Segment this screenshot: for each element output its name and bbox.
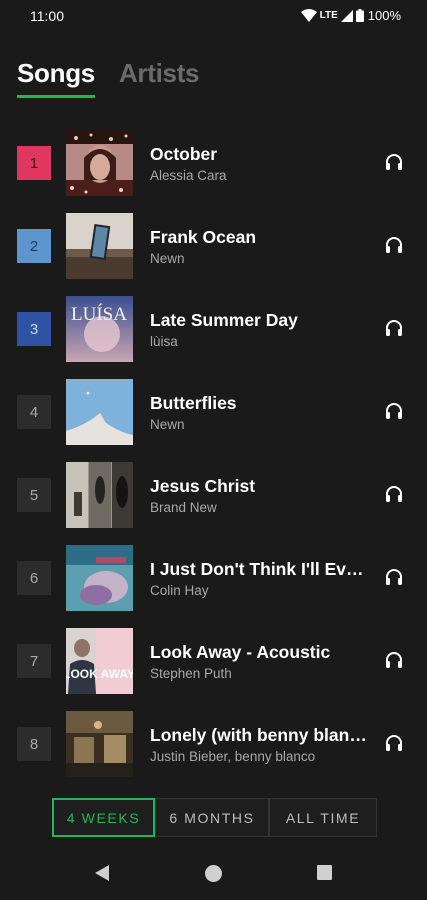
- album-cover: [66, 379, 133, 445]
- album-cover: LOOK AWAY: [66, 628, 133, 694]
- cover-text: LOOK AWAY: [66, 667, 133, 681]
- signal-icon: [340, 9, 353, 22]
- song-artist: Newn: [150, 251, 185, 266]
- song-title: October: [150, 144, 218, 164]
- song-artist: lùisa: [150, 334, 178, 349]
- song-row[interactable]: 3 LUÍSA Late Summer Day lùisa: [0, 296, 427, 379]
- song-title: Look Away - Acoustic: [150, 642, 331, 662]
- album-cover: [66, 711, 133, 777]
- headphones-icon[interactable]: [384, 152, 404, 172]
- headphones-icon[interactable]: [384, 650, 404, 670]
- song-row[interactable]: 6 I Just Don't Think I'll Ever Get Over …: [0, 545, 427, 628]
- rank-badge: 1: [17, 146, 51, 180]
- song-title: Butterflies: [150, 393, 237, 413]
- period-all-time-button[interactable]: ALL TIME: [269, 798, 377, 837]
- headphones-icon[interactable]: [384, 318, 404, 338]
- status-icons: LTE 100%: [300, 8, 401, 23]
- rank-badge: 3: [17, 312, 51, 346]
- album-cover: [66, 130, 133, 196]
- headphones-icon[interactable]: [384, 401, 404, 421]
- song-artist: Brand New: [150, 500, 217, 515]
- period-6-months-button[interactable]: 6 MONTHS: [155, 798, 269, 837]
- tab-songs[interactable]: Songs: [17, 58, 95, 98]
- song-title: Jesus Christ: [150, 476, 256, 496]
- headphones-icon[interactable]: [384, 235, 404, 255]
- headphones-icon[interactable]: [384, 733, 404, 753]
- system-nav-bar: [0, 848, 427, 900]
- time-range-selector: 4 WEEKS 6 MONTHS ALL TIME: [52, 798, 377, 837]
- song-artist: Alessia Cara: [150, 168, 227, 183]
- status-time: 11:00: [30, 8, 64, 24]
- album-cover: [66, 213, 133, 279]
- wifi-icon: [300, 9, 317, 22]
- rank-badge: 2: [17, 229, 51, 263]
- album-cover: LUÍSA: [66, 296, 133, 362]
- headphones-icon[interactable]: [384, 484, 404, 504]
- song-row[interactable]: 4 Butterflies Newn: [0, 379, 427, 462]
- tab-artists[interactable]: Artists: [119, 58, 200, 98]
- battery-icon: [355, 9, 364, 22]
- song-row[interactable]: 5 Jesus Christ Brand New: [0, 462, 427, 545]
- song-title: I Just Don't Think I'll Ever Get Over Yo…: [150, 559, 370, 579]
- album-cover: [66, 462, 133, 528]
- rank-badge: 7: [17, 644, 51, 678]
- song-row[interactable]: 2 Frank Ocean Newn: [0, 213, 427, 296]
- status-bar: 11:00 LTE 100%: [0, 0, 427, 34]
- back-triangle-icon[interactable]: [94, 864, 110, 887]
- song-row[interactable]: 7 LOOK AWAY Look Away - Acoustic Stephen…: [0, 628, 427, 711]
- recents-square-icon[interactable]: [316, 864, 333, 886]
- rank-badge: 8: [17, 727, 51, 761]
- rank-badge: 5: [17, 478, 51, 512]
- song-artist: Stephen Puth: [150, 666, 232, 681]
- period-4-weeks-button[interactable]: 4 WEEKS: [52, 798, 155, 837]
- cover-text: LUÍSA: [71, 303, 127, 325]
- song-artist: Colin Hay: [150, 583, 209, 598]
- home-circle-icon[interactable]: [204, 864, 223, 888]
- song-list: 1 October Alessia Cara 2 Frank Ocean New…: [0, 130, 427, 794]
- headphones-icon[interactable]: [384, 567, 404, 587]
- song-title: Lonely (with benny blanco): [150, 725, 370, 745]
- network-label: LTE: [319, 10, 338, 21]
- song-row[interactable]: 1 October Alessia Cara: [0, 130, 427, 213]
- song-row[interactable]: 8 Lonely (with benny blanco) Justin Bieb…: [0, 711, 427, 794]
- song-title: Late Summer Day: [150, 310, 298, 330]
- song-title: Frank Ocean: [150, 227, 257, 247]
- song-artist: Justin Bieber, benny blanco: [150, 749, 316, 764]
- song-artist: Newn: [150, 417, 185, 432]
- tab-bar: Songs Artists: [17, 58, 200, 98]
- rank-badge: 6: [17, 561, 51, 595]
- battery-percent: 100%: [367, 8, 401, 23]
- rank-badge: 4: [17, 395, 51, 429]
- album-cover: [66, 545, 133, 611]
